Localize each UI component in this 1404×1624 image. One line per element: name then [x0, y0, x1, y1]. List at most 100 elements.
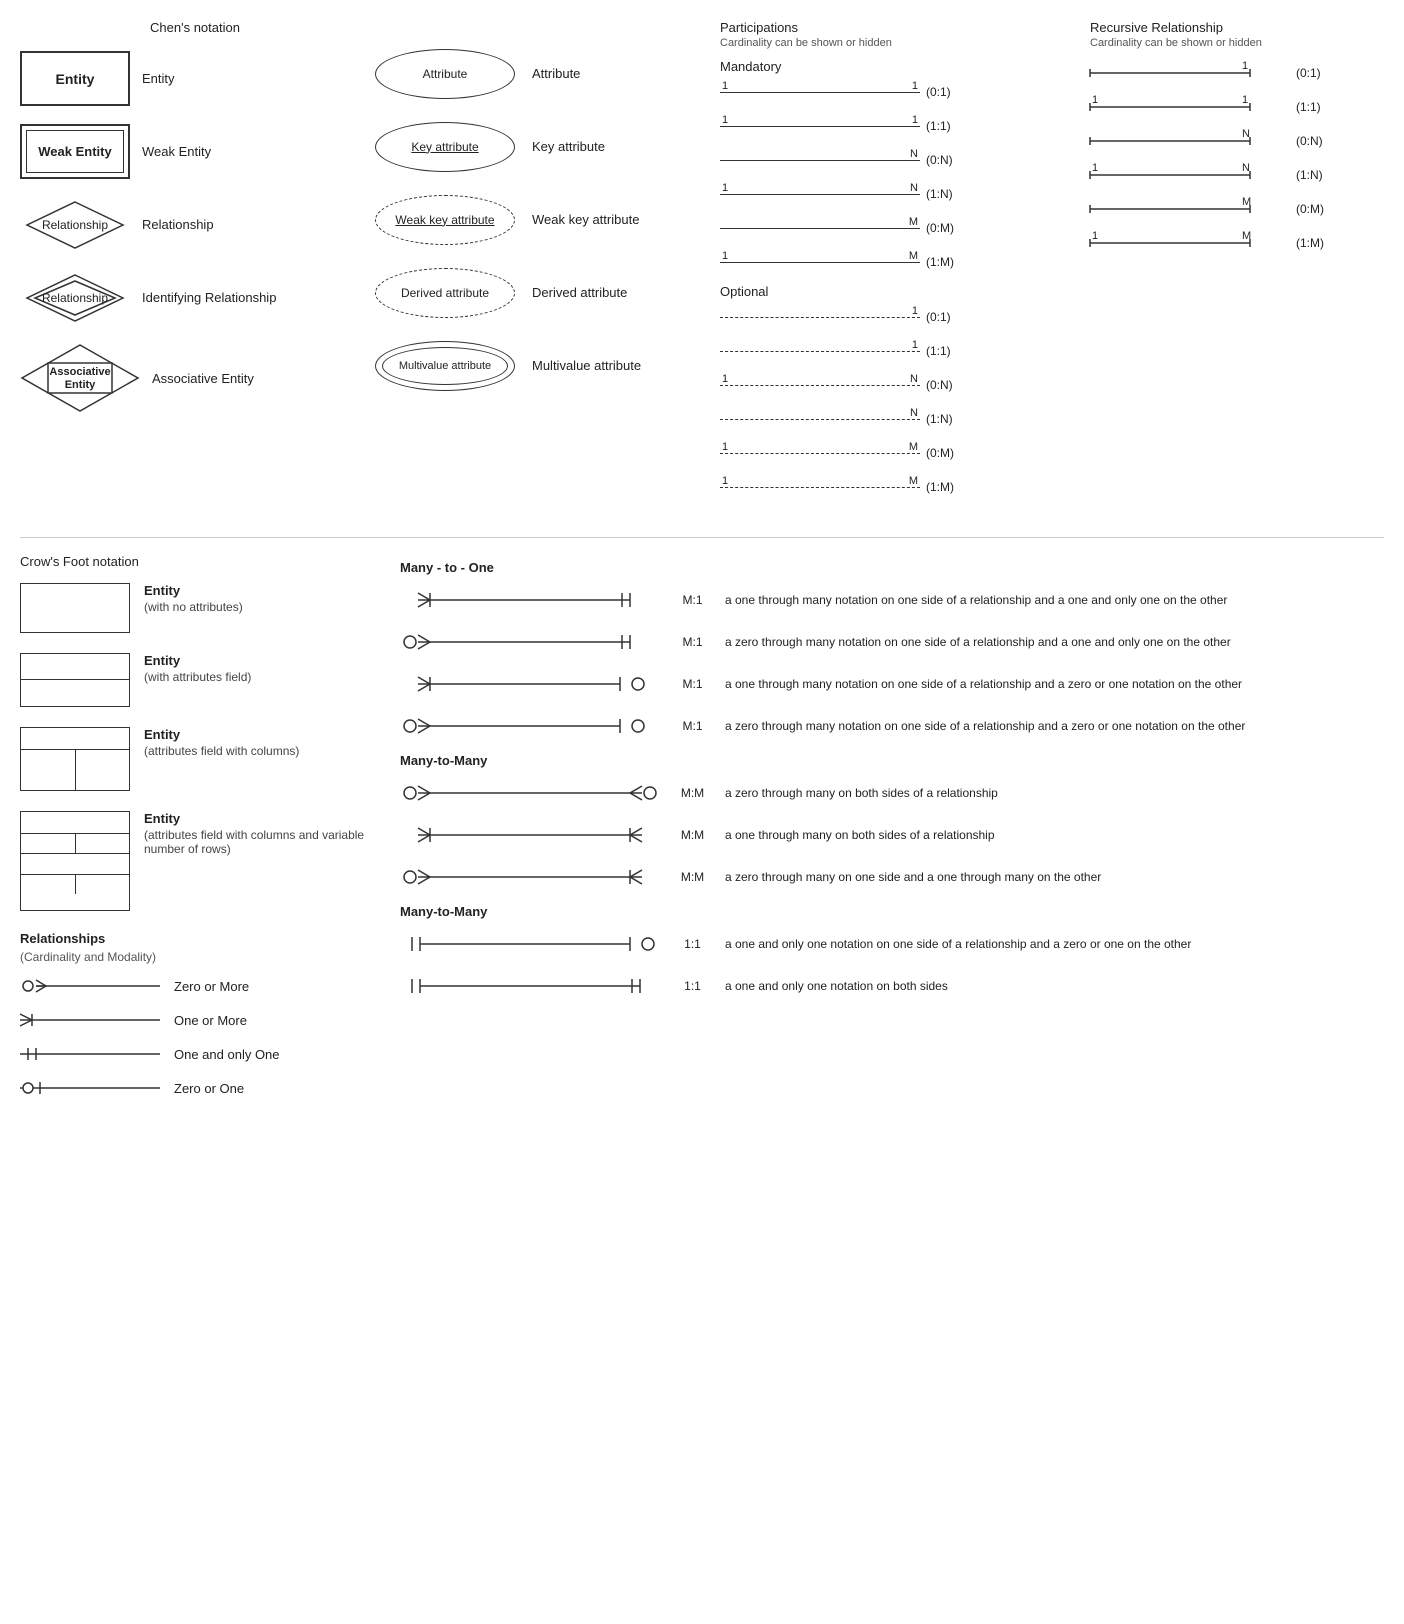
mand-row-3: 1 N (1:N) — [720, 180, 1080, 208]
rec-row-1: 1 1 (1:1) — [1090, 93, 1380, 121]
cf-var-cell-3b-1 — [76, 875, 130, 894]
weak-key-label: Weak key attribute — [395, 213, 494, 227]
rec-notation-1: (1:1) — [1296, 100, 1341, 114]
opt-notation-5: (1:M) — [926, 480, 971, 494]
cf-entity-label-0: Entity (with no attributes) — [144, 583, 243, 614]
rec-notation-2: (0:N) — [1296, 134, 1341, 148]
cf-m1-svg-3 — [400, 711, 660, 741]
opt-right-4: M — [909, 441, 918, 453]
diamond-label: Relationship — [42, 218, 108, 232]
cf-entity-var-header-3 — [21, 812, 129, 834]
cf-mm-line-0 — [400, 778, 660, 808]
mand-right-0: 1 — [912, 80, 918, 92]
cf-entity-col-header-2 — [21, 728, 129, 750]
cf-var-cell-3b-0 — [21, 875, 76, 894]
rel-one-more-line — [20, 1008, 160, 1032]
opt-line-2: 1 N — [720, 371, 920, 399]
weak-key-desc: Weak key attribute — [532, 212, 639, 227]
opt-dashed-3 — [720, 419, 920, 420]
mand-row-4: M (0:M) — [720, 214, 1080, 242]
opt-row-2: 1 N (0:N) — [720, 371, 1080, 399]
key-attribute-ellipse: Key attribute — [370, 119, 520, 174]
rec-svg-5: 1 M — [1090, 229, 1290, 257]
cf-m1-row-1: M:1 a zero through many notation on one … — [400, 627, 1384, 657]
cf-11-label-0: 1:1 — [670, 937, 715, 951]
ellipse-shape: Attribute — [375, 49, 515, 99]
cf-mm-label-2: M:M — [670, 870, 715, 884]
diamond-inner: Relationship — [25, 200, 125, 250]
weak-entity-desc: Weak Entity — [142, 144, 211, 159]
key-ellipse-shape: Key attribute — [375, 122, 515, 172]
crows-title: Crow's Foot notation — [20, 554, 380, 569]
rel-zero-more-label: Zero or More — [174, 979, 249, 994]
diamond-shape: Relationship — [20, 197, 130, 252]
mandatory-label: Mandatory — [720, 59, 1080, 74]
cf-var-cell-3-1 — [76, 834, 130, 853]
multivalue-label: Multivalue attribute — [399, 360, 491, 372]
multivalue-desc: Multivalue attribute — [532, 358, 641, 373]
rec-row-3: 1 N (1:N) — [1090, 161, 1380, 189]
rel-zero-more-line — [20, 974, 160, 998]
mand-left-5: 1 — [722, 250, 728, 262]
identifying-label: Relationship — [42, 291, 108, 305]
rel-one-only-line — [20, 1042, 160, 1066]
rec-svg-0: 1 — [1090, 59, 1290, 87]
cf-m1-svg-2 — [400, 669, 660, 699]
svg-text:Entity: Entity — [65, 379, 96, 391]
opt-right-0: 1 — [912, 305, 918, 317]
cf-entity-row-2: Entity (attributes field with columns) — [20, 727, 380, 791]
cf-m1-label-1: M:1 — [670, 635, 715, 649]
cf-11-label-1: 1:1 — [670, 979, 715, 993]
cf-entity-var-rows-3 — [21, 854, 129, 874]
cf-mm-line-2 — [400, 862, 660, 892]
derived-ellipse-shape: Derived attribute — [375, 268, 515, 318]
cf-m1-desc-0: a one through many notation on one side … — [725, 593, 1384, 607]
cf-m1-label-2: M:1 — [670, 677, 715, 691]
cf-mm-label-0: M:M — [670, 786, 715, 800]
mand-notation-3: (1:N) — [926, 187, 971, 201]
cf-entity-label-text-3: Entity — [144, 811, 380, 828]
mand-solid-2 — [720, 160, 920, 161]
svg-text:M: M — [1242, 230, 1251, 242]
weak-key-ellipse-shape: Weak key attribute — [375, 195, 515, 245]
many-to-one-title: Many - to - One — [400, 560, 1384, 575]
rel-zero-one-line — [20, 1076, 160, 1100]
cf-m1-desc-1: a zero through many notation on one side… — [725, 635, 1384, 649]
cf-entity-attrs-shape — [20, 653, 130, 707]
mand-right-5: M — [909, 250, 918, 262]
cf-cell-2b-1 — [76, 770, 130, 790]
derived-desc: Derived attribute — [532, 285, 627, 300]
cf-11-svg-0 — [400, 929, 660, 959]
cf-entity-sublabel-2: (attributes field with columns) — [144, 744, 299, 758]
double-diamond-inner: Relationship — [25, 273, 125, 323]
assoc-entity-desc: Associative Entity — [152, 371, 254, 386]
rec-row-5: 1 M (1:M) — [1090, 229, 1380, 257]
weak-key-ellipse: Weak key attribute — [370, 192, 520, 247]
opt-notation-1: (1:1) — [926, 344, 971, 358]
cf-mm-line-1 — [400, 820, 660, 850]
cf-m1-svg-1 — [400, 627, 660, 657]
rec-svg-3: 1 N — [1090, 161, 1290, 189]
key-attribute-label: Key attribute — [411, 140, 478, 154]
opt-line-0: 1 — [720, 303, 920, 331]
attr-row-4: Multivalue attribute Multivalue attribut… — [370, 338, 710, 393]
cf-11-row-1: 1:1 a one and only one notation on both … — [400, 971, 1384, 1001]
recursive-title: Recursive Relationship — [1090, 20, 1380, 35]
cf-mm-desc-0: a zero through many on both sides of a r… — [725, 786, 1384, 800]
mand-row-1: 1 1 (1:1) — [720, 112, 1080, 140]
weak-entity-shape: Weak Entity — [20, 124, 130, 179]
cf-entity-sublabel-3: (attributes field with columns and varia… — [144, 828, 380, 856]
cf-mm-desc-2: a zero through many on one side and a on… — [725, 870, 1384, 884]
cf-entity-label-text-2: Entity — [144, 727, 299, 744]
optional-label: Optional — [720, 284, 1080, 299]
rec-notation-0: (0:1) — [1296, 66, 1341, 80]
mand-row-2: N (0:N) — [720, 146, 1080, 174]
opt-line-3: N — [720, 405, 920, 433]
svg-text:N: N — [1242, 128, 1250, 140]
cf-m1-row-2: M:1 a one through many notation on one s… — [400, 669, 1384, 699]
cf-entity-sublabel-1: (with attributes field) — [144, 670, 251, 684]
cf-entity-sublabel-0: (with no attributes) — [144, 600, 243, 614]
attr-row-1: Key attribute Key attribute — [370, 119, 710, 174]
chens-column: Chen's notation Entity Entity Weak Entit… — [20, 20, 370, 507]
opt-left-2: 1 — [722, 373, 728, 385]
